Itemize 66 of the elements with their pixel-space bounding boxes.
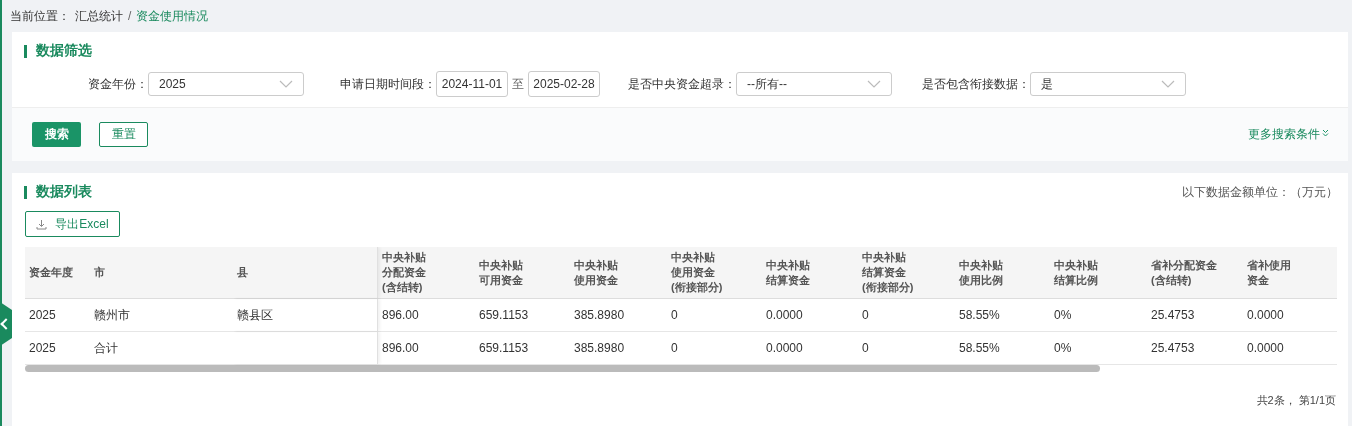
more-filters-link[interactable]: 更多搜索条件 <box>1248 126 1320 143</box>
table-cell: 0% <box>1054 341 1072 355</box>
table-cell: 0 <box>862 308 869 322</box>
table-cell: 0.0000 <box>766 341 803 355</box>
column-header: 县 <box>237 265 248 280</box>
table-cell: 25.4753 <box>1151 341 1195 355</box>
column-header: 中央补贴分配资金(含结转) <box>382 250 427 295</box>
section-title: 数据列表 <box>36 183 92 201</box>
export-button[interactable]: 导出Excel <box>25 211 120 237</box>
range-separator: 至 <box>512 75 524 93</box>
column-header: 中央补贴使用比例 <box>959 257 1004 288</box>
column-header: 中央补贴使用资金 <box>574 257 619 288</box>
table-cell: 0.0000 <box>1247 308 1284 322</box>
table-cell: 385.8980 <box>574 341 625 355</box>
table-cell: 赣县区 <box>237 306 273 324</box>
column-header: 中央补贴结算资金 <box>766 257 811 288</box>
column-header: 省补分配资金(含结转) <box>1151 257 1218 288</box>
table-cell: 25.4753 <box>1151 308 1195 322</box>
column-header: 中央补贴结算资金(衔接部分) <box>862 250 915 295</box>
table-cell: 58.55% <box>959 341 1000 355</box>
select-field[interactable]: 2025 <box>148 72 304 96</box>
table-cell: 58.55% <box>959 308 1000 322</box>
column-header: 中央补贴可用资金 <box>479 257 524 288</box>
date-field[interactable]: 2025-02-28 <box>528 71 600 97</box>
select-field[interactable]: 是 <box>1030 72 1186 96</box>
column-header: 中央补贴使用资金(衔接部分) <box>671 250 724 295</box>
scrollbar-thumb[interactable] <box>25 365 1100 372</box>
table-cell: 659.1153 <box>479 341 529 355</box>
search-button[interactable]: 搜索 <box>32 122 81 147</box>
field-label: 资金年份： <box>88 75 148 93</box>
breadcrumb-separator: / <box>128 9 132 23</box>
table-cell: 2025 <box>29 341 56 355</box>
column-header: 中央补贴结算比例 <box>1054 257 1099 288</box>
chevron-down-icon <box>279 80 293 88</box>
column-header: 资金年度 <box>29 265 73 280</box>
column-header: 市 <box>94 265 105 280</box>
field-label: 申请日期时间段： <box>340 75 436 93</box>
pagination-info: 共2条， 第1/1页 <box>1256 393 1336 408</box>
date-field[interactable]: 2024-11-01 <box>436 71 508 97</box>
breadcrumb-label: 当前位置： <box>10 7 70 25</box>
table-cell: 0% <box>1054 308 1072 322</box>
table-cell: 896.00 <box>382 341 419 355</box>
table-cell: 896.00 <box>382 308 419 322</box>
table-cell: 0.0000 <box>1247 341 1284 355</box>
table-cell: 659.1153 <box>479 308 529 322</box>
table-cell: 385.8980 <box>574 308 625 322</box>
chevron-down-icon <box>867 80 881 88</box>
reset-button[interactable]: 重置 <box>99 122 148 147</box>
double-chevron-icon <box>1322 128 1329 137</box>
unit-note: 以下数据金额单位：（万元） <box>1182 183 1338 201</box>
table-cell: 0 <box>862 341 869 355</box>
table-cell: 0 <box>671 341 678 355</box>
field-label: 是否中央资金超录： <box>628 75 736 93</box>
table-cell: 赣州市 <box>94 306 130 324</box>
table-cell: 2025 <box>29 308 56 322</box>
section-title: 数据筛选 <box>36 42 92 60</box>
breadcrumb-link[interactable]: 资金使用情况 <box>136 7 209 25</box>
column-header: 省补使用资金 <box>1247 257 1292 288</box>
select-field[interactable]: --所有-- <box>736 72 892 96</box>
field-label: 是否包含衔接数据： <box>922 75 1030 93</box>
chevron-down-icon <box>1161 80 1175 88</box>
table-cell: 0.0000 <box>766 308 803 322</box>
table-cell: 0 <box>671 308 678 322</box>
breadcrumb-link[interactable]: 汇总统计 <box>75 7 123 25</box>
table-cell: 合计 <box>94 339 118 357</box>
download-icon <box>36 218 48 230</box>
